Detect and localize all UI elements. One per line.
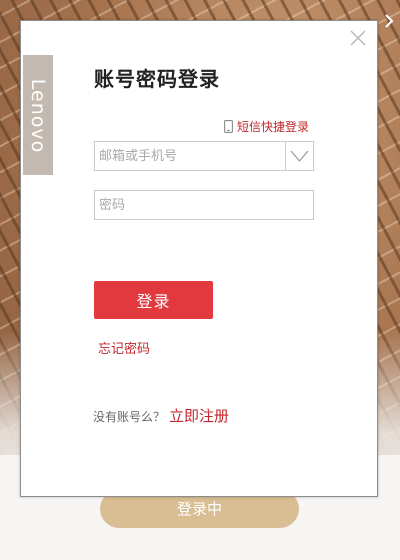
account-input[interactable] bbox=[99, 143, 279, 169]
login-dialog: Lenovo 账号密码登录 短信快捷登录 登录 忘记密码 没有账号么？ bbox=[20, 20, 378, 497]
register-prompt: 没有账号么？ bbox=[93, 410, 166, 424]
forgot-password-link[interactable]: 忘记密码 bbox=[98, 338, 150, 357]
sms-login-label: 短信快捷登录 bbox=[237, 119, 310, 134]
lenovo-logo: Lenovo bbox=[27, 78, 49, 154]
close-icon bbox=[350, 30, 366, 46]
account-field bbox=[94, 141, 314, 171]
chevron-right-icon bbox=[384, 14, 394, 31]
close-button[interactable] bbox=[349, 29, 367, 47]
password-field bbox=[94, 190, 314, 220]
chevron-down-icon bbox=[290, 150, 309, 162]
phone-icon bbox=[224, 119, 233, 133]
brand-strip: Lenovo bbox=[23, 55, 53, 175]
login-button[interactable]: 登录 bbox=[94, 281, 213, 319]
account-dropdown-button[interactable] bbox=[285, 141, 314, 171]
password-input[interactable] bbox=[99, 192, 307, 218]
register-row: 没有账号么？ 立即注册 bbox=[93, 405, 229, 426]
register-link[interactable]: 立即注册 bbox=[169, 405, 229, 426]
sms-login-link[interactable]: 短信快捷登录 bbox=[224, 118, 309, 134]
dialog-title: 账号密码登录 bbox=[94, 67, 220, 91]
